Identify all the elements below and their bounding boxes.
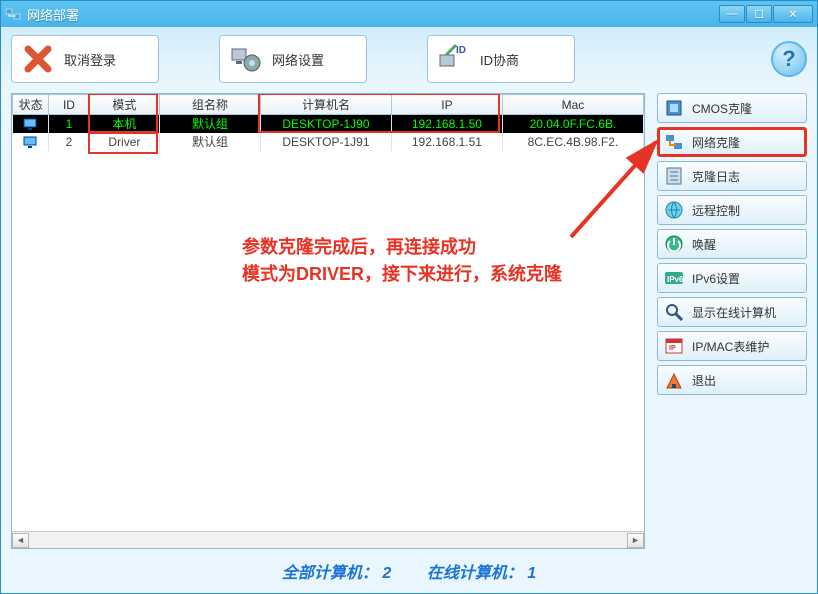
sbtn-label: 网络克隆	[692, 134, 740, 151]
sbtn-label: 远程控制	[692, 202, 740, 219]
cell-computer: DESKTOP-1J90	[260, 115, 391, 133]
network-clone-icon	[664, 132, 684, 152]
scroll-track[interactable]	[29, 532, 627, 548]
sbtn-label: 显示在线计算机	[692, 304, 776, 321]
ipv6-settings-button[interactable]: IPv6 IPv6设置	[657, 263, 807, 293]
close-button[interactable]: ✕	[773, 5, 813, 23]
minimize-button[interactable]: —	[719, 5, 745, 23]
remote-icon	[664, 200, 684, 220]
exit-button[interactable]: 退出	[657, 365, 807, 395]
annotation-line1: 参数克隆完成后，再连接成功	[242, 234, 562, 261]
search-icon	[664, 302, 684, 322]
wake-button[interactable]: 唤醒	[657, 229, 807, 259]
table-icon: IP	[664, 336, 684, 356]
ip-mac-table-button[interactable]: IP IP/MAC表维护	[657, 331, 807, 361]
status-bar: 全部计算机： 2 在线计算机： 1	[1, 551, 817, 591]
sbtn-label: 克隆日志	[692, 168, 740, 185]
exit-icon	[664, 370, 684, 390]
cell-mac: 8C.EC.4B.98.F2.	[502, 133, 643, 151]
cell-id: 2	[49, 133, 89, 151]
monitor-icon	[23, 135, 37, 149]
log-icon	[664, 166, 684, 186]
sbtn-label: 唤醒	[692, 236, 716, 253]
id-icon: ID	[438, 43, 470, 75]
horizontal-scrollbar[interactable]: ◄ ►	[12, 531, 644, 548]
help-button[interactable]: ?	[771, 41, 807, 77]
id-negotiate-button[interactable]: ID ID协商	[427, 35, 575, 83]
cancel-login-button[interactable]: 取消登录	[11, 35, 159, 83]
sbtn-label: CMOS克隆	[692, 100, 752, 117]
online-value: 1	[527, 565, 536, 582]
annotation-text: 参数克隆完成后，再连接成功 模式为DRIVER，接下来进行，系统克隆	[242, 234, 562, 288]
col-mode[interactable]: 模式	[89, 95, 160, 115]
cell-mac: 20.04.0F.FC.6B.	[502, 115, 643, 133]
show-online-button[interactable]: 显示在线计算机	[657, 297, 807, 327]
cell-ip: 192.168.1.51	[391, 133, 502, 151]
network-settings-label: 网络设置	[272, 50, 324, 69]
online-label: 在线计算机：	[427, 565, 523, 582]
cell-id: 1	[49, 115, 89, 133]
clone-log-button[interactable]: 克隆日志	[657, 161, 807, 191]
cell-group: 默认组	[160, 133, 261, 151]
col-ip[interactable]: IP	[391, 95, 502, 115]
svg-text:ID: ID	[456, 45, 466, 56]
cell-mode: 本机	[89, 115, 160, 133]
computer-grid[interactable]: 状态 ID 模式 组名称 计算机名 IP Mac 1	[11, 93, 645, 549]
maximize-button[interactable]: ☐	[746, 5, 772, 23]
col-status[interactable]: 状态	[13, 95, 49, 115]
table-row[interactable]: 2 Driver 默认组 DESKTOP-1J91 192.168.1.51 8…	[13, 133, 644, 151]
sbtn-label: 退出	[692, 372, 716, 389]
cell-computer: DESKTOP-1J91	[260, 133, 391, 151]
col-mac[interactable]: Mac	[502, 95, 643, 115]
ipv6-icon: IPv6	[664, 268, 684, 288]
toolbar: 取消登录 网络设置 ID ID协商 ?	[11, 35, 807, 83]
client-area: 取消登录 网络设置 ID ID协商 ? 状态 ID 模式	[1, 27, 817, 594]
app-icon	[5, 6, 21, 22]
power-icon	[664, 234, 684, 254]
chip-icon	[664, 98, 684, 118]
id-negotiate-label: ID协商	[480, 50, 519, 69]
cancel-login-label: 取消登录	[64, 50, 116, 69]
titlebar[interactable]: 网络部署 — ☐ ✕	[1, 1, 817, 27]
remote-control-button[interactable]: 远程控制	[657, 195, 807, 225]
settings-icon	[230, 43, 262, 75]
network-clone-button[interactable]: 网络克隆	[657, 127, 807, 157]
window-title: 网络部署	[27, 5, 79, 24]
cell-ip: 192.168.1.50	[391, 115, 502, 133]
monitor-icon	[23, 117, 37, 131]
scroll-left-button[interactable]: ◄	[12, 533, 29, 548]
scroll-right-button[interactable]: ►	[627, 533, 644, 548]
side-panel: CMOS克隆 网络克隆 克隆日志 远程控制 唤醒	[657, 93, 807, 549]
table-row[interactable]: 1 本机 默认组 DESKTOP-1J90 192.168.1.50 20.04…	[13, 115, 644, 133]
col-group[interactable]: 组名称	[160, 95, 261, 115]
computer-table: 状态 ID 模式 组名称 计算机名 IP Mac 1	[12, 94, 644, 151]
col-computer[interactable]: 计算机名	[260, 95, 391, 115]
total-value: 2	[382, 565, 391, 582]
app-window: 网络部署 — ☐ ✕ 取消登录 网络设置 ID ID协商 ?	[0, 0, 818, 594]
svg-text:IP: IP	[669, 345, 676, 352]
sbtn-label: IP/MAC表维护	[692, 338, 769, 355]
col-id[interactable]: ID	[49, 95, 89, 115]
cell-group: 默认组	[160, 115, 261, 133]
cmos-clone-button[interactable]: CMOS克隆	[657, 93, 807, 123]
network-settings-button[interactable]: 网络设置	[219, 35, 367, 83]
cancel-icon	[22, 43, 54, 75]
total-label: 全部计算机：	[282, 565, 378, 582]
svg-text:IPv6: IPv6	[667, 275, 684, 284]
cell-mode: Driver	[89, 133, 160, 151]
annotation-line2: 模式为DRIVER，接下来进行，系统克隆	[242, 261, 562, 288]
sbtn-label: IPv6设置	[692, 270, 740, 287]
main-area: 状态 ID 模式 组名称 计算机名 IP Mac 1	[11, 93, 807, 549]
